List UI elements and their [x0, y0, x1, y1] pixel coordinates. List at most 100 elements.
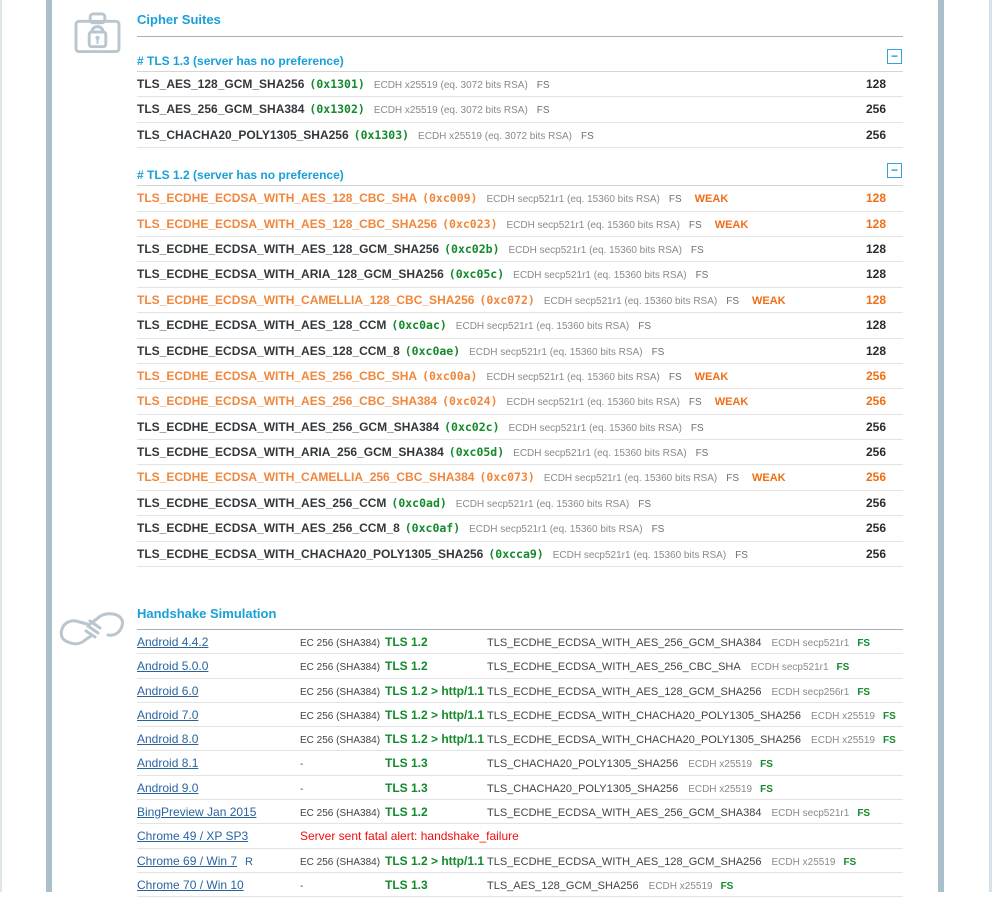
- cipher-suite-row: 256TLS_ECDHE_ECDSA_WITH_AES_256_CBC_SHA(…: [137, 364, 903, 389]
- forward-secrecy-label: FS: [652, 347, 665, 358]
- cipher-suite-row: 256TLS_ECDHE_ECDSA_WITH_AES_256_GCM_SHA3…: [137, 415, 903, 440]
- handshake-simulation-rows: Android 4.4.2 EC 256 (SHA384)TLS 1.2TLS_E…: [137, 630, 903, 897]
- negotiated-suite-name: TLS_ECDHE_ECDSA_WITH_AES_256_GCM_SHA384: [487, 807, 762, 819]
- negotiated-protocol-cell: TLS 1.2: [385, 801, 487, 824]
- key-bits: 256: [866, 491, 903, 515]
- forward-secrecy-label: FS: [726, 473, 739, 484]
- client-link[interactable]: Android 4.4.2: [137, 635, 208, 649]
- cipher-suite-row: 256TLS_ECDHE_ECDSA_WITH_CHACHA20_POLY130…: [137, 542, 903, 567]
- forward-secrecy-label: FS: [726, 296, 739, 307]
- client-link[interactable]: Android 8.0: [137, 732, 198, 746]
- weak-label: WEAK: [715, 396, 749, 408]
- cipher-suite-row: 256TLS_CHACHA20_POLY1305_SHA256(0x1303)E…: [137, 123, 903, 148]
- cipher-suite-name: TLS_ECDHE_ECDSA_WITH_ARIA_128_GCM_SHA256: [137, 267, 444, 281]
- key-bits: 256: [866, 465, 903, 489]
- key-exchange-info: ECDH secp521r1 (eq. 15360 bits RSA): [509, 245, 682, 256]
- cipher-suite-name: TLS_ECDHE_ECDSA_WITH_CAMELLIA_128_CBC_SH…: [137, 293, 474, 307]
- cipher-suite-name: TLS_ECDHE_ECDSA_WITH_AES_256_CCM_8: [137, 521, 400, 535]
- cipher-suite-name: TLS_ECDHE_ECDSA_WITH_AES_128_CCM_8: [137, 344, 400, 358]
- client-link[interactable]: Android 5.0.0: [137, 659, 208, 673]
- client-link[interactable]: BingPreview Jan 2015: [137, 805, 256, 819]
- client-cell: Android 6.0: [137, 679, 300, 703]
- key-bits: 256: [866, 516, 903, 540]
- cipher-suite-name: TLS_ECDHE_ECDSA_WITH_AES_256_GCM_SHA384: [137, 420, 439, 434]
- client-link[interactable]: Chrome 70 / Win 10: [137, 878, 244, 892]
- server-key-cell: EC 256 (SHA384): [300, 802, 385, 824]
- cipher-suite-name: TLS_ECDHE_ECDSA_WITH_AES_128_CBC_SHA: [137, 191, 417, 205]
- key-exchange-info: ECDH x25519 (eq. 3072 bits RSA): [374, 80, 528, 91]
- key-exchange-cell: ECDH secp256r1: [772, 687, 850, 698]
- client-link[interactable]: Chrome 49 / XP SP3: [137, 829, 248, 843]
- key-exchange-cell: ECDH secp521r1: [751, 662, 829, 673]
- forward-secrecy-label: FS: [837, 662, 850, 673]
- cipher-suite-name: TLS_AES_256_GCM_SHA384: [137, 102, 304, 116]
- cipher-suites-title: Cipher Suites: [137, 11, 903, 37]
- cipher-hex-code: (0xc0ac): [391, 318, 446, 332]
- forward-secrecy-label: FS: [857, 808, 870, 819]
- cipher-hex-code: (0xc009): [422, 191, 477, 205]
- key-exchange-info: ECDH secp521r1 (eq. 15360 bits RSA): [456, 321, 629, 332]
- forward-secrecy-label: FS: [721, 881, 734, 892]
- key-exchange-info: ECDH secp521r1 (eq. 15360 bits RSA): [509, 423, 682, 434]
- weak-label: WEAK: [752, 295, 786, 307]
- key-bits: 256: [866, 542, 903, 566]
- key-exchange-info: ECDH secp521r1 (eq. 15360 bits RSA): [544, 296, 717, 307]
- cipher-suite-row: 128TLS_ECDHE_ECDSA_WITH_AES_128_CCM_8(0x…: [137, 339, 903, 364]
- forward-secrecy-label: FS: [735, 550, 748, 561]
- cipher-hex-code: (0x1303): [354, 128, 409, 142]
- forward-secrecy-label: FS: [760, 759, 773, 770]
- forward-secrecy-label: FS: [691, 423, 704, 434]
- forward-secrecy-label: FS: [857, 687, 870, 698]
- server-key-cell: -: [300, 875, 385, 897]
- cipher-suite-name: TLS_CHACHA20_POLY1305_SHA256: [137, 128, 349, 142]
- key-exchange-info: ECDH x25519 (eq. 3072 bits RSA): [418, 131, 572, 142]
- cipher-suite-name: TLS_ECDHE_ECDSA_WITH_AES_256_CCM: [137, 496, 386, 510]
- cipher-hex-code: (0xc05c): [449, 267, 504, 281]
- forward-secrecy-label: FS: [689, 220, 702, 231]
- cipher-hex-code: (0xc02b): [444, 242, 499, 256]
- cipher-suite-row: 128TLS_ECDHE_ECDSA_WITH_ARIA_128_GCM_SHA…: [137, 262, 903, 287]
- cipher-hex-code: (0xc0ad): [391, 496, 446, 510]
- forward-secrecy-label: FS: [883, 735, 896, 746]
- cipher-suite-row: 128TLS_ECDHE_ECDSA_WITH_AES_128_GCM_SHA2…: [137, 237, 903, 262]
- key-exchange-cell: ECDH x25519: [688, 784, 752, 795]
- forward-secrecy-label: FS: [537, 105, 550, 116]
- cipher-group-header: # TLS 1.3 (server has no preference)−: [137, 37, 903, 72]
- handshake-row: Android 8.0EC 256 (SHA384)TLS 1.2 > http…: [137, 727, 903, 751]
- client-cell: Android 8.0: [137, 727, 300, 751]
- handshake-simulation-section: Handshake Simulation Android 4.4.2 EC 256…: [137, 606, 903, 897]
- weak-label: WEAK: [752, 472, 786, 484]
- collapse-group-button[interactable]: −: [887, 163, 902, 178]
- cipher-suite-row: 128TLS_ECDHE_ECDSA_WITH_AES_128_CBC_SHA(…: [137, 186, 903, 211]
- key-bits: 256: [866, 440, 903, 464]
- client-cell: Chrome 69 / Win 7R: [137, 849, 300, 873]
- cipher-suite-row: 256TLS_ECDHE_ECDSA_WITH_AES_256_CCM_8(0x…: [137, 516, 903, 541]
- handshake-row: BingPreview Jan 2015 EC 256 (SHA384)TLS 1…: [137, 800, 903, 824]
- client-link[interactable]: Android 7.0: [137, 708, 198, 722]
- negotiated-protocol-cell: TLS 1.3: [385, 777, 487, 800]
- client-link[interactable]: Chrome 69 / Win 7: [137, 854, 237, 868]
- handshake-row: Chrome 70 / Win 10-TLS 1.3TLS_AES_128_GC…: [137, 873, 903, 897]
- forward-secrecy-label: FS: [537, 80, 550, 91]
- client-link[interactable]: Android 9.0: [137, 781, 198, 795]
- forward-secrecy-label: FS: [669, 194, 682, 205]
- cipher-suite-row: 256TLS_ECDHE_ECDSA_WITH_CAMELLIA_256_CBC…: [137, 465, 903, 490]
- handshake-simulation-title: Handshake Simulation: [137, 606, 903, 630]
- cipher-hex-code: (0x1301): [309, 77, 364, 91]
- handshake-row: Android 9.0-TLS 1.3TLS_CHACHA20_POLY1305…: [137, 776, 903, 800]
- client-cell: Android 4.4.2: [137, 630, 300, 654]
- cipher-hex-code: (0xc00a): [422, 369, 477, 383]
- key-exchange-info: ECDH secp521r1 (eq. 15360 bits RSA): [469, 524, 642, 535]
- cipher-hex-code: (0x1302): [309, 102, 364, 116]
- handshake-row: Android 4.4.2EC 256 (SHA384)TLS 1.2TLS_E…: [137, 630, 903, 654]
- client-cell: Chrome 49 / XP SP3: [137, 824, 300, 848]
- negotiated-protocol-cell: TLS 1.2 > http/1.1: [385, 728, 487, 751]
- client-link[interactable]: Android 8.1: [137, 756, 198, 770]
- key-exchange-info: ECDH secp521r1 (eq. 15360 bits RSA): [513, 448, 686, 459]
- collapse-group-button[interactable]: −: [887, 49, 902, 64]
- cipher-hex-code: (0xcca9): [488, 547, 543, 561]
- key-bits: 256: [866, 97, 903, 121]
- handshake-icon: [58, 608, 126, 655]
- cipher-suite-row: 128TLS_ECDHE_ECDSA_WITH_AES_128_CCM(0xc0…: [137, 313, 903, 338]
- client-link[interactable]: Android 6.0: [137, 684, 198, 698]
